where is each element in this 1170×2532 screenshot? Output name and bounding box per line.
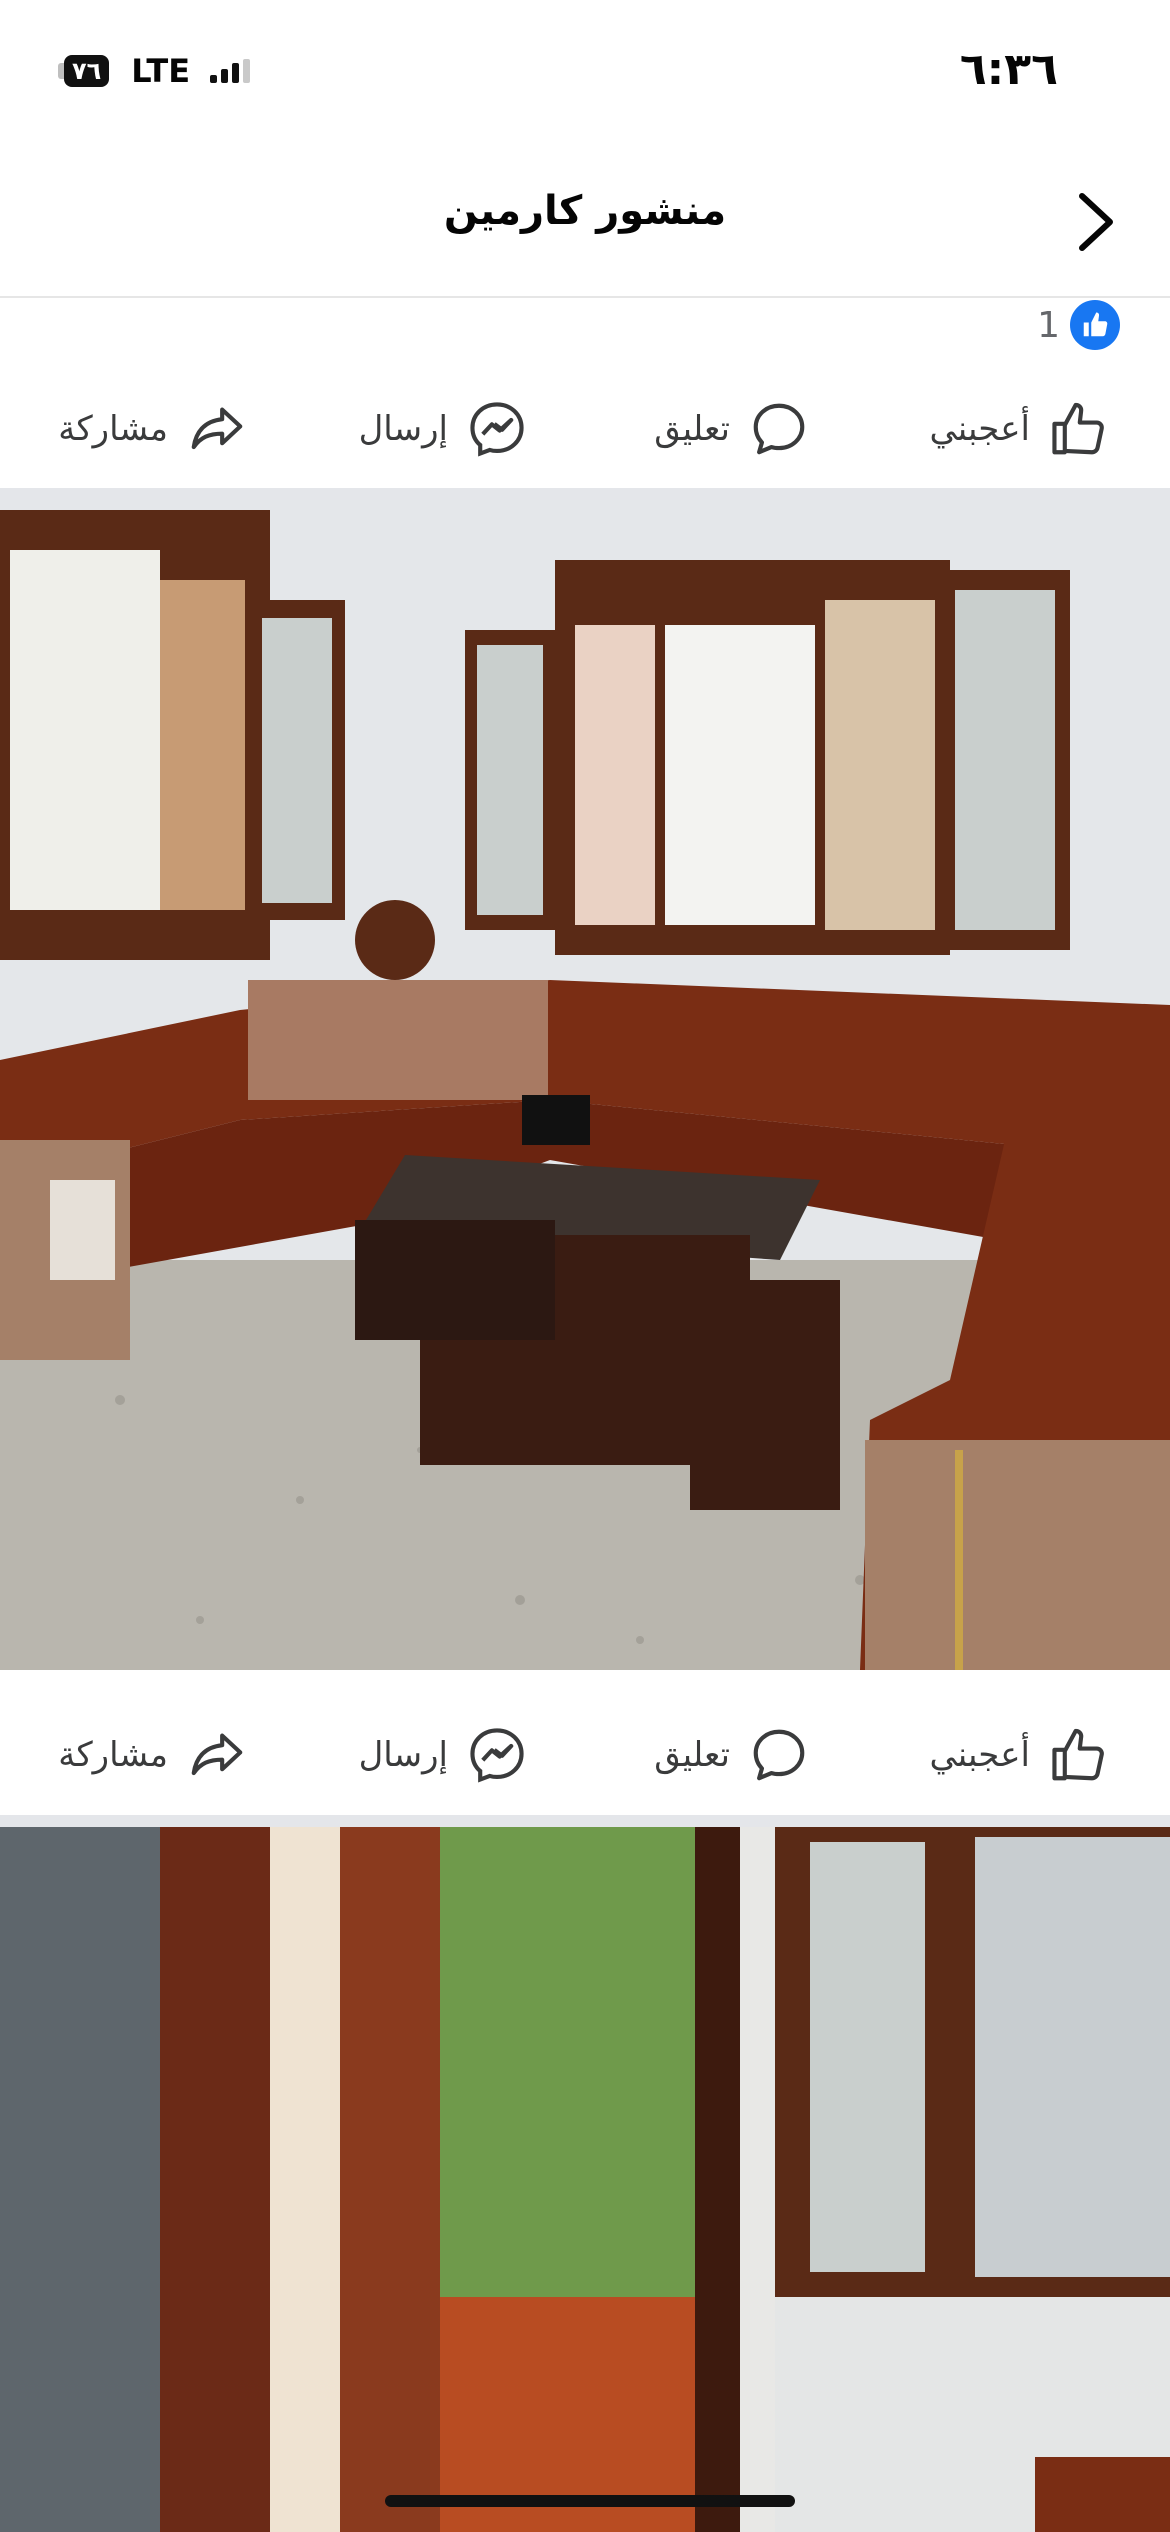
like-label: أعجبني [929,409,1030,449]
send-button[interactable]: إرسال [359,364,528,494]
action-bar: أعجبني تعليق إرسال مشاركة [0,364,1170,494]
thumbs-up-icon [1048,398,1110,460]
status-time: ٦:٣٦ [959,44,1058,95]
section-divider [0,1815,1170,1827]
like-button[interactable]: أعجبني [929,364,1110,494]
messenger-icon [466,398,528,460]
thumbs-up-icon [1048,1724,1110,1786]
share-button[interactable]: مشاركة [58,1690,248,1820]
section-divider [0,488,1170,500]
post-header: منشور كارمين [0,150,1170,298]
back-button[interactable] [1066,186,1126,258]
share-label: مشاركة [58,1735,168,1775]
page-title: منشور كارمين [443,188,727,234]
comment-button[interactable]: تعليق [654,1690,810,1820]
share-icon [186,398,248,460]
comment-button[interactable]: تعليق [654,364,810,494]
reaction-count: 1 [1037,304,1060,346]
share-label: مشاركة [58,409,168,449]
action-bar: أعجبني تعليق إرسال مشاركة [0,1690,1170,1820]
like-label: أعجبني [929,1735,1030,1775]
chevron-right-icon [1079,193,1113,251]
like-button[interactable]: أعجبني [929,1690,1110,1820]
send-label: إرسال [358,1735,448,1775]
comment-icon [748,1724,810,1786]
post-photo[interactable] [0,500,1170,1670]
send-label: إرسال [358,409,448,449]
comment-label: تعليق [654,1735,730,1775]
share-icon [186,1724,248,1786]
send-button[interactable]: إرسال [359,1690,528,1820]
battery-level: ٧٦ [64,55,110,87]
entrance-image [0,1827,1170,2532]
status-bar: ٧٦ LTE ٦:٣٦ [0,0,1170,150]
living-room-image [0,500,1170,1670]
like-icon [1070,300,1120,350]
share-button[interactable]: مشاركة [58,364,248,494]
home-indicator [385,2495,795,2507]
signal-icon [210,59,251,83]
comment-icon [748,398,810,460]
battery-indicator: ٧٦ [58,55,110,87]
messenger-icon [466,1724,528,1786]
reactions-summary[interactable]: 1 [1037,298,1120,352]
comment-label: تعليق [654,409,730,449]
network-type: LTE [131,52,191,90]
status-indicators: ٧٦ LTE [58,52,251,90]
post-photo[interactable] [0,1827,1170,2532]
